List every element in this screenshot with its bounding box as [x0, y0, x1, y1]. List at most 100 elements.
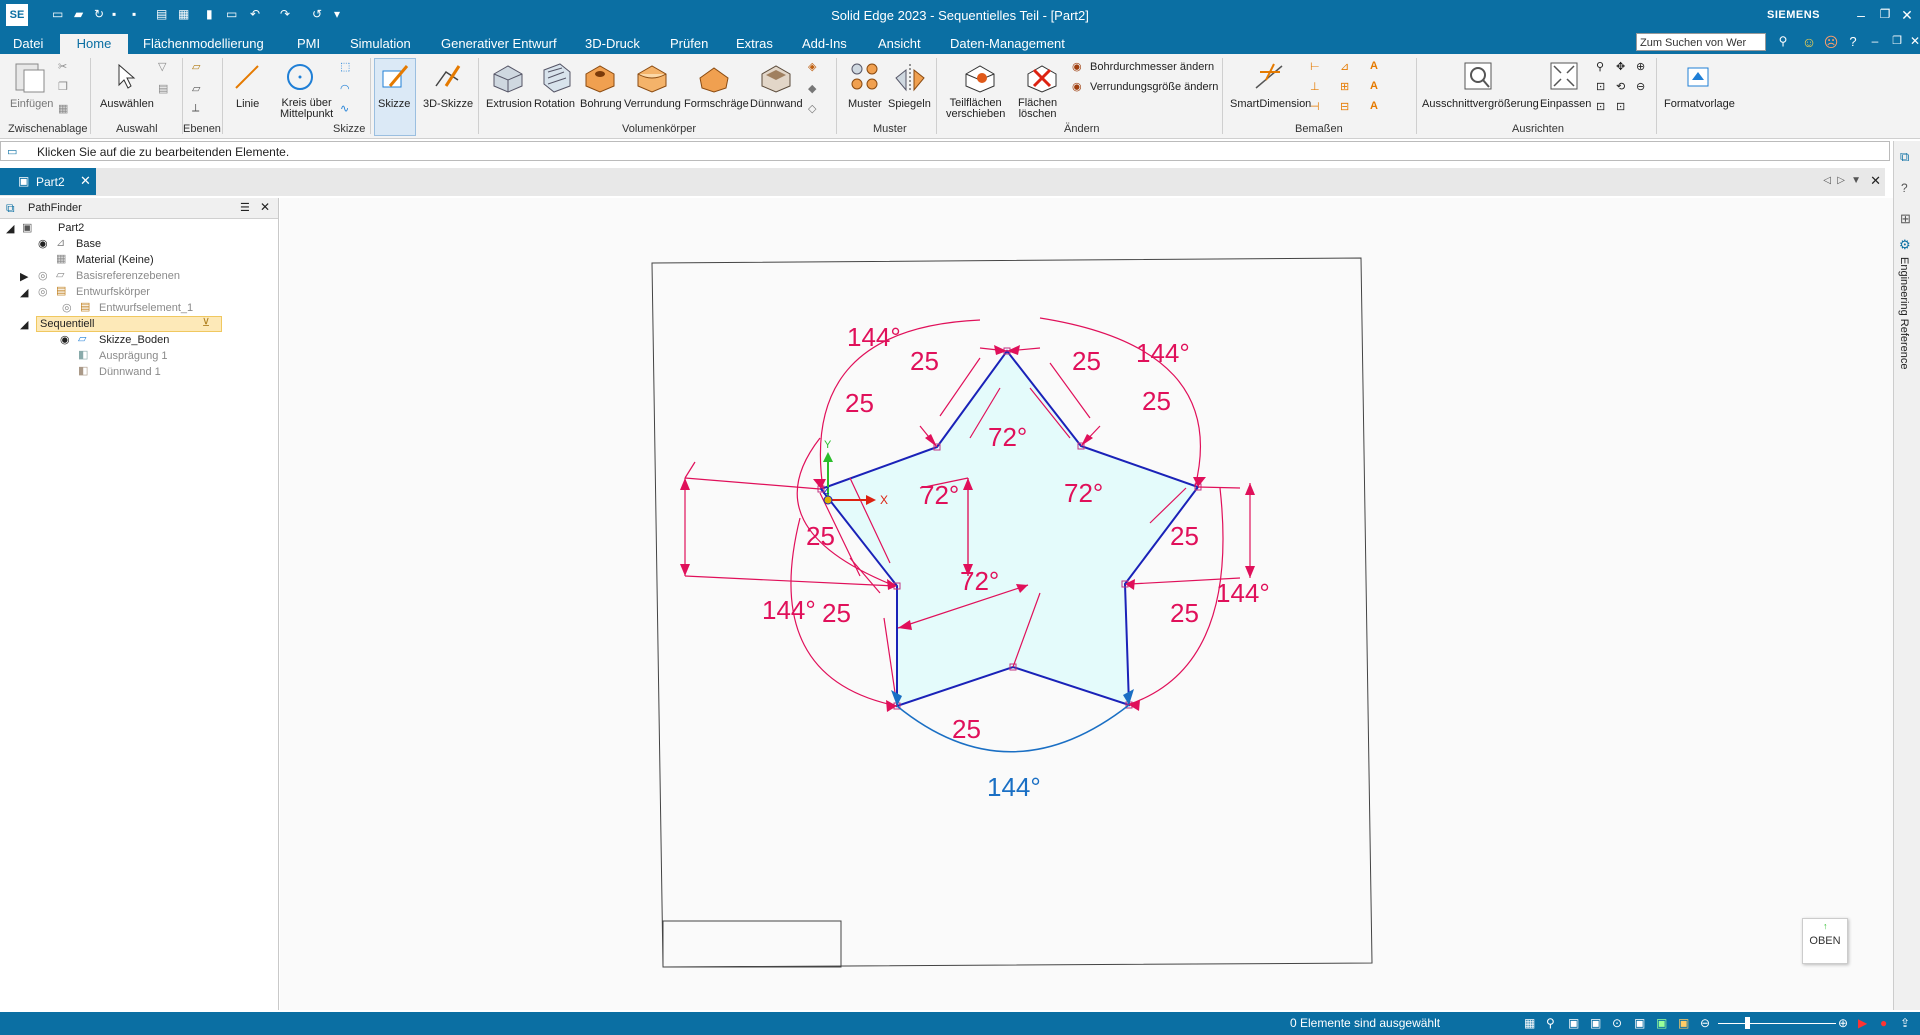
sketch-button[interactable]: Skizze	[378, 98, 410, 110]
fit-icon[interactable]	[1548, 60, 1580, 94]
graphics-window[interactable]: Y X Z 144° 25 25 25 144° 25 72° 72° 72° …	[280, 198, 1893, 1010]
smartdimension-button[interactable]: SmartDimension	[1230, 98, 1311, 110]
format-template-button[interactable]: Formatvorlage	[1664, 98, 1735, 110]
cut-icon[interactable]: ✂	[58, 60, 67, 73]
view-icon-6[interactable]: ▣	[1656, 1016, 1667, 1030]
select-tools-icon[interactable]: ▤	[158, 82, 168, 95]
dim-right-25b[interactable]: 25	[1170, 598, 1199, 628]
dim-top-right-25b[interactable]: 25	[1142, 386, 1171, 416]
text-options-icon[interactable]: A	[1370, 100, 1378, 112]
solid-tool-icon-1[interactable]: ◈	[808, 60, 816, 73]
zoom-out-status-icon[interactable]: ⊖	[1700, 1016, 1710, 1030]
video-icon[interactable]: ▶	[1858, 1016, 1867, 1030]
tree-item-entwurfskoerper[interactable]: Entwurfskörper	[76, 286, 150, 298]
view-cube[interactable]: OBEN ↑	[1802, 918, 1848, 964]
share-icon[interactable]: ⇪	[1900, 1016, 1910, 1030]
collapse-icon[interactable]: ◢	[20, 318, 28, 331]
dim-tool-icon-2[interactable]: ⊥	[1310, 80, 1320, 93]
pattern-icon[interactable]	[848, 60, 882, 94]
pathfinder-menu-icon[interactable]: ☰	[240, 201, 250, 214]
hole-diameter-icon[interactable]: ◉	[1072, 60, 1082, 73]
sketch-3d-icon[interactable]	[432, 62, 462, 92]
tree-item-duennwand[interactable]: Dünnwand 1	[99, 366, 161, 378]
sketch-canvas[interactable]: Y X Z 144° 25 25 25 144° 25 72° 72° 72° …	[280, 198, 1893, 1010]
collapse-icon[interactable]: ◢	[20, 286, 28, 299]
dim-tool-icon-1[interactable]: ⊢	[1310, 60, 1320, 73]
format-painter-icon[interactable]: ▦	[58, 102, 68, 115]
view-icon-4[interactable]: ⊙	[1612, 1016, 1622, 1030]
line-button[interactable]: Linie	[236, 98, 259, 110]
close-doc-icon[interactable]: ✕	[1904, 34, 1920, 48]
curve-icon[interactable]: ∿	[340, 102, 349, 115]
tab-scroll-left-icon[interactable]: ◁	[1823, 175, 1831, 186]
search-icon[interactable]: ⚲	[1772, 34, 1794, 48]
plane-icon[interactable]: ▱	[192, 60, 200, 73]
extrusion-icon[interactable]	[490, 60, 526, 94]
dim-tool-icon-3[interactable]: ⊣	[1310, 100, 1320, 113]
dim-left-25b[interactable]: 25	[822, 598, 851, 628]
paste-button[interactable]: Einfügen	[10, 98, 53, 110]
teamcenter-icon[interactable]: ⧉	[1900, 149, 1909, 165]
extrusion-button[interactable]: Extrusion	[486, 98, 532, 110]
zoom-out-icon[interactable]: ⊖	[1636, 80, 1645, 93]
rotation-icon[interactable]	[538, 60, 574, 94]
zoom-icon[interactable]: ⚲	[1596, 60, 1604, 73]
record-icon[interactable]: ●	[1880, 1016, 1887, 1030]
rectangle-icon[interactable]: ⬚	[340, 60, 350, 73]
eye-hidden-icon[interactable]: ◎	[38, 285, 48, 298]
dim-top-left-25b[interactable]: 25	[845, 388, 874, 418]
dim-bottom-25[interactable]: 25	[952, 714, 981, 744]
zoom-slider-track[interactable]	[1718, 1023, 1836, 1024]
dim-bottom-angle[interactable]: 144°	[987, 772, 1041, 802]
circle-button[interactable]: Kreis über Mittelpunkt	[280, 98, 333, 120]
view-icon-3[interactable]: ▣	[1590, 1016, 1601, 1030]
view-next-icon[interactable]: ⊡	[1616, 100, 1625, 113]
hole-button[interactable]: Bohrung	[580, 98, 622, 110]
dim-top-right-25a[interactable]: 25	[1072, 346, 1101, 376]
delete-faces-icon[interactable]	[1024, 60, 1060, 94]
view-icon-1[interactable]: ▦	[1524, 1016, 1535, 1030]
sketch-pencil-icon[interactable]	[380, 62, 410, 92]
dim-right-25a[interactable]: 25	[1170, 521, 1199, 551]
tab-extras[interactable]: Extras	[736, 36, 773, 51]
mirror-icon[interactable]	[892, 60, 928, 94]
pan-icon[interactable]: ✥	[1616, 60, 1625, 73]
dim-left-25a[interactable]: 25	[806, 521, 835, 551]
tab-pmi[interactable]: PMI	[297, 36, 320, 51]
tree-item-basisreferenzebenen[interactable]: Basisreferenzebenen	[76, 270, 180, 282]
plane-axis-icon[interactable]: ⟂	[192, 102, 199, 115]
delete-faces-button[interactable]: Flächen löschen	[1018, 98, 1057, 120]
arc-icon[interactable]: ◠	[340, 82, 350, 95]
move-faces-button[interactable]: Teilflächen verschieben	[946, 98, 1005, 120]
help-icon[interactable]: ?	[1842, 34, 1864, 49]
filter-icon[interactable]: ▽	[158, 60, 166, 73]
tab-add-ins[interactable]: Add-Ins	[802, 36, 847, 51]
sequentiell-options-icon[interactable]: ⊻	[202, 316, 210, 329]
close-all-tabs-icon[interactable]: ✕	[1870, 173, 1881, 189]
eye-icon[interactable]: ◉	[38, 237, 48, 250]
close-tab-icon[interactable]: ✕	[80, 173, 91, 189]
select-arrow-icon[interactable]	[114, 62, 138, 90]
zoom-area-icon[interactable]	[1462, 60, 1494, 94]
tree-item-auspraegung[interactable]: Ausprägung 1	[99, 350, 168, 362]
smartdimension-icon[interactable]	[1252, 60, 1288, 94]
smile-icon[interactable]: ☺	[1798, 34, 1820, 50]
dim-tool-icon-5[interactable]: ⊞	[1340, 80, 1349, 93]
zoom-slider-thumb[interactable]	[1745, 1017, 1750, 1029]
text-edit-icon[interactable]: A	[1370, 80, 1378, 92]
view-prev-icon[interactable]: ⊡	[1596, 100, 1605, 113]
dim-top-right-angle[interactable]: 144°	[1136, 338, 1190, 368]
dim-tool-icon-4[interactable]: ⊿	[1340, 60, 1349, 73]
zoom-in-icon[interactable]: ⊕	[1636, 60, 1645, 73]
eye-icon[interactable]: ◉	[60, 333, 70, 346]
eye-hidden-icon[interactable]: ◎	[62, 301, 72, 314]
pathfinder-close-icon[interactable]: ✕	[260, 200, 270, 214]
expand-icon[interactable]: ▶	[20, 270, 28, 283]
view-icon-7[interactable]: ▣	[1678, 1016, 1689, 1030]
tab-list-icon[interactable]: ▼	[1851, 175, 1861, 186]
command-search-input[interactable]: Zum Suchen von Wer	[1636, 33, 1766, 51]
draft-button[interactable]: Formschräge	[684, 98, 749, 110]
mirror-button[interactable]: Spiegeln	[888, 98, 931, 110]
change-hole-diameter-button[interactable]: Bohrdurchmesser ändern	[1090, 61, 1214, 73]
tree-item-sequentiell[interactable]: Sequentiell	[40, 318, 94, 330]
